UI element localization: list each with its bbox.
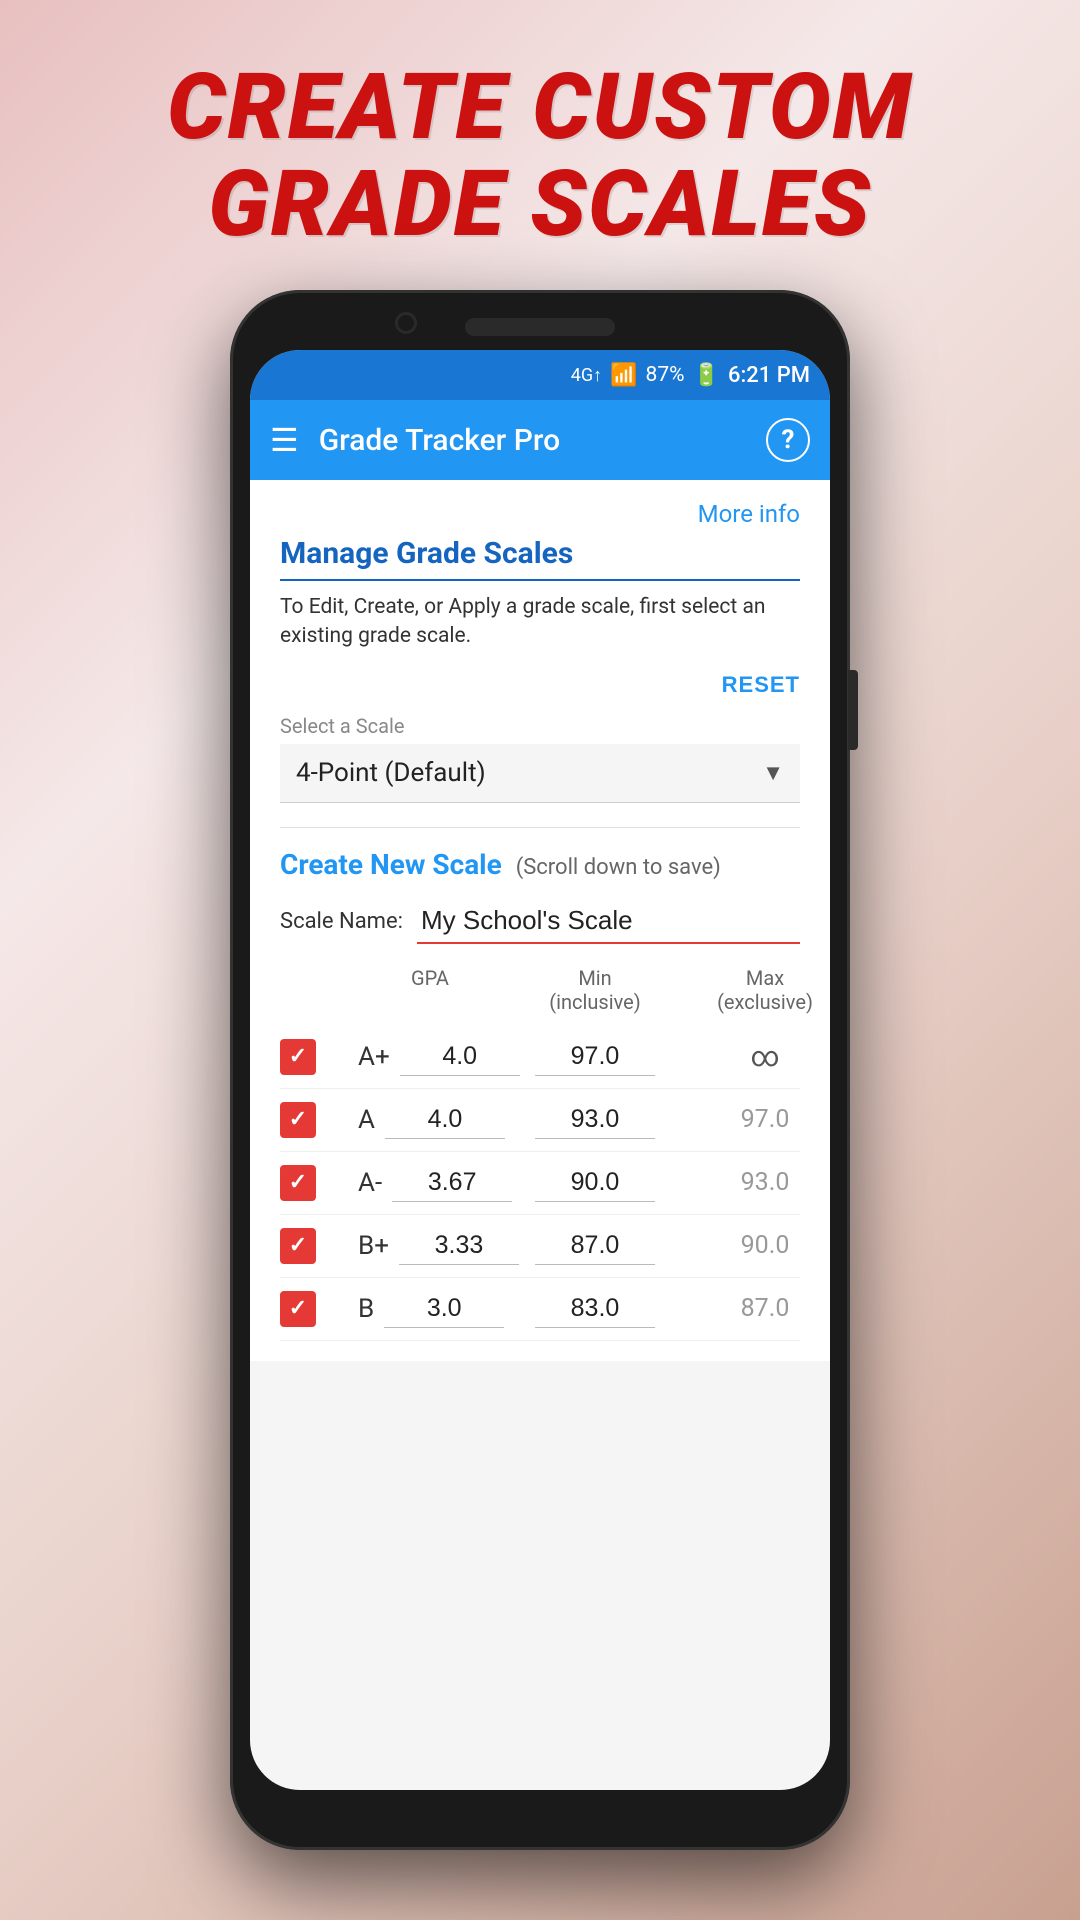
checkmark-icon: ✓ [289,1233,307,1258]
select-label: Select a Scale [280,714,800,738]
gpa-input[interactable] [392,1164,512,1202]
reset-row: RESET [280,672,800,698]
phone-camera [395,312,417,334]
gpa-input[interactable] [385,1101,505,1139]
grade-checkbox[interactable]: ✓ [280,1039,316,1075]
hamburger-menu-icon[interactable]: ☰ [270,424,299,456]
checkmark-icon: ✓ [289,1170,307,1195]
grade-checkbox[interactable]: ✓ [280,1228,316,1264]
min-input[interactable] [535,1290,655,1328]
help-icon[interactable]: ? [766,418,810,462]
phone-container: 4G↑ 📶 87% 🔋 6:21 PM ☰ Grade Tracker Pro … [230,290,850,1850]
section-title: Manage Grade Scales [280,536,800,581]
create-scale-header: Create New Scale (Scroll down to save) [280,848,800,881]
grade-label: A+ [350,1042,390,1072]
scale-name-row: Scale Name: [280,899,800,944]
grade-label: A- [350,1168,382,1198]
checkmark-icon: ✓ [289,1296,307,1321]
grade-label: B [350,1294,374,1324]
grade-checkbox[interactable]: ✓ [280,1291,316,1327]
min-input[interactable] [535,1164,655,1202]
min-input[interactable] [535,1101,655,1139]
grade-label: B+ [350,1231,389,1261]
reset-button[interactable]: RESET [722,672,800,698]
phone-frame: 4G↑ 📶 87% 🔋 6:21 PM ☰ Grade Tracker Pro … [230,290,850,1850]
gpa-input[interactable] [384,1290,504,1328]
max-value: 90.0 [741,1231,790,1260]
table-row: ✓ A- 93.0 [280,1152,800,1215]
max-value: 93.0 [741,1168,790,1197]
gpa-input[interactable] [399,1227,519,1265]
phone-side-button [848,670,858,750]
gpa-input[interactable] [400,1038,520,1076]
signal-icon: 4G↑ [571,365,602,386]
signal-bars-icon: 📶 [610,363,637,388]
grade-checkbox[interactable]: ✓ [280,1102,316,1138]
app-bar: ☰ Grade Tracker Pro ? [250,400,830,480]
grade-table-header: GPA Min (inclusive) Max (exclusive) [280,960,800,1020]
table-row: ✓ A+ ∞ [280,1026,800,1089]
hero-title: CREATE CUSTOM GRADE SCALES [0,60,1080,253]
section-description: To Edit, Create, or Apply a grade scale,… [280,593,800,652]
phone-screen: 4G↑ 📶 87% 🔋 6:21 PM ☰ Grade Tracker Pro … [250,350,830,1790]
grade-rows-container: ✓ A+ ∞ ✓ A 97.0 ✓ A- [280,1026,800,1341]
grade-label: A [350,1105,375,1135]
table-row: ✓ A 97.0 [280,1089,800,1152]
selected-scale-text: 4-Point (Default) [296,758,486,788]
table-row: ✓ B 87.0 [280,1278,800,1341]
scale-name-label: Scale Name: [280,909,403,934]
col-header-min: Min (inclusive) [510,960,680,1020]
create-scale-hint: (Scroll down to save) [516,855,721,880]
checkmark-icon: ✓ [289,1107,307,1132]
max-value: 87.0 [741,1294,790,1323]
more-info-link[interactable]: More info [698,500,800,528]
content-area: More info Manage Grade Scales To Edit, C… [250,480,830,1361]
hero-title-line1: CREATE CUSTOM [0,60,1080,157]
create-scale-title: Create New Scale [280,848,502,881]
scale-selector[interactable]: 4-Point (Default) ▼ [280,744,800,803]
app-bar-title: Grade Tracker Pro [319,423,746,458]
col-header-check [280,960,350,1020]
status-bar-icons: 4G↑ 📶 87% 🔋 6:21 PM [571,363,810,388]
hero-title-line2: GRADE SCALES [0,157,1080,254]
grade-checkbox[interactable]: ✓ [280,1165,316,1201]
phone-speaker [465,318,615,336]
scale-name-input[interactable] [417,899,800,944]
help-icon-label: ? [782,425,795,455]
divider [280,827,800,828]
battery-icon: 🔋 [693,363,720,388]
min-input[interactable] [535,1227,655,1265]
battery-percent: 87% [646,363,685,387]
col-header-max: Max (exclusive) [680,960,830,1020]
time-display: 6:21 PM [728,363,810,388]
status-bar: 4G↑ 📶 87% 🔋 6:21 PM [250,350,830,400]
checkmark-icon: ✓ [289,1044,307,1069]
max-value: 97.0 [741,1105,790,1134]
infinity-symbol: ∞ [751,1040,780,1073]
more-info-row: More info [280,500,800,528]
dropdown-chevron-icon: ▼ [762,760,784,786]
min-input[interactable] [535,1038,655,1076]
col-header-gpa: GPA [350,960,510,1020]
table-row: ✓ B+ 90.0 [280,1215,800,1278]
